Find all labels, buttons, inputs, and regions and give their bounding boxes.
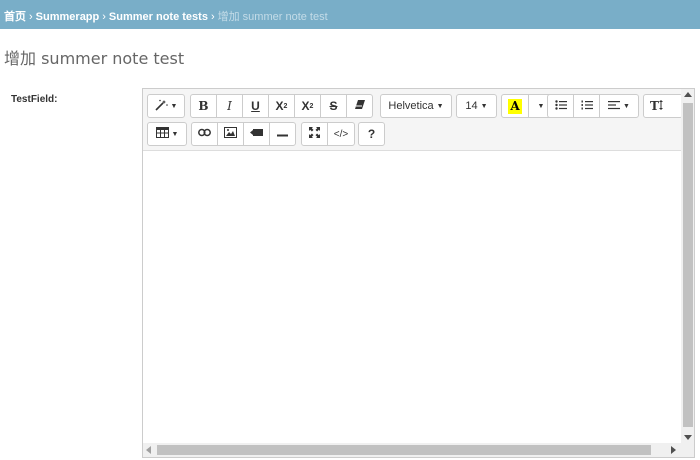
unordered-list-button[interactable] bbox=[547, 94, 574, 118]
font-family-dropdown[interactable]: Helvetica ▼ bbox=[380, 94, 452, 118]
insert-link-button[interactable] bbox=[191, 122, 218, 146]
italic-button[interactable]: I bbox=[216, 94, 243, 118]
clear-format-button[interactable] bbox=[346, 94, 373, 118]
editor-content-area[interactable] bbox=[143, 151, 681, 443]
highlight-color-button[interactable]: A bbox=[501, 94, 529, 118]
code-icon: </> bbox=[333, 128, 349, 140]
breadcrumb-current: 增加 summer note test bbox=[217, 11, 328, 23]
caret-down-icon: ▼ bbox=[623, 102, 630, 110]
caret-down-icon: ▼ bbox=[436, 102, 444, 110]
caret-down-icon: ▼ bbox=[537, 102, 545, 110]
table-group: ▼ bbox=[147, 122, 187, 146]
table-icon bbox=[155, 127, 169, 141]
scroll-left-arrow-icon[interactable] bbox=[146, 446, 151, 454]
ordered-list-button[interactable] bbox=[573, 94, 600, 118]
caret-down-icon: ▼ bbox=[171, 130, 179, 138]
rich-text-editor: ▼ B I U X2 X2 S Helvetica ▼ 14 ▼ A ▼ ▼ T… bbox=[142, 88, 695, 458]
horizontal-rule-icon bbox=[277, 128, 288, 140]
vertical-scrollbar[interactable] bbox=[681, 89, 694, 443]
eraser-icon bbox=[354, 99, 366, 113]
scroll-up-arrow-icon[interactable] bbox=[684, 92, 692, 97]
font-style-group: B I U X2 X2 S bbox=[190, 94, 373, 118]
insert-hr-button[interactable] bbox=[269, 122, 296, 146]
link-icon bbox=[198, 128, 211, 140]
font-size-group: 14 ▼ bbox=[456, 94, 497, 118]
breadcrumb-app-link[interactable]: Summerapp bbox=[36, 11, 100, 23]
video-icon bbox=[250, 128, 263, 140]
breadcrumb-home-link[interactable]: 首页 bbox=[4, 11, 26, 23]
line-height-dropdown[interactable]: T bbox=[643, 94, 683, 118]
superscript-button[interactable]: X2 bbox=[268, 94, 295, 118]
magic-wand-icon bbox=[154, 99, 168, 114]
view-group: </> bbox=[301, 122, 355, 146]
vertical-scroll-thumb[interactable] bbox=[683, 103, 693, 427]
scroll-down-arrow-icon[interactable] bbox=[684, 435, 692, 440]
strikethrough-button[interactable]: S bbox=[320, 94, 347, 118]
breadcrumb-separator: › bbox=[210, 11, 215, 23]
fullscreen-icon bbox=[309, 127, 320, 141]
testfield-label: TestField: bbox=[11, 94, 58, 105]
horizontal-scrollbar[interactable] bbox=[143, 443, 694, 457]
subscript-button[interactable]: X2 bbox=[294, 94, 321, 118]
picture-icon bbox=[224, 127, 237, 141]
font-size-value: 14 bbox=[465, 100, 478, 112]
height-group: T bbox=[643, 94, 683, 118]
table-dropdown-button[interactable]: ▼ bbox=[147, 122, 187, 146]
caret-down-icon: ▼ bbox=[170, 102, 178, 110]
breadcrumb: 首页 › Summerapp › Summer note tests › 增加 summer… bbox=[0, 0, 700, 29]
horizontal-scroll-thumb[interactable] bbox=[157, 445, 651, 455]
editor-toolbar: ▼ B I U X2 X2 S Helvetica ▼ 14 ▼ A ▼ ▼ T… bbox=[143, 89, 683, 151]
help-button[interactable]: ? bbox=[358, 122, 385, 146]
numbered-list-icon bbox=[581, 100, 593, 113]
paragraph-group: ▼ bbox=[547, 94, 639, 118]
align-left-icon bbox=[608, 100, 621, 113]
underline-button[interactable]: U bbox=[242, 94, 269, 118]
help-group: ? bbox=[358, 122, 385, 146]
highlight-a-icon: A bbox=[508, 98, 522, 114]
bullet-list-icon bbox=[554, 99, 567, 113]
font-name-group: Helvetica ▼ bbox=[380, 94, 452, 118]
svg-text:T: T bbox=[650, 99, 659, 111]
insert-video-button[interactable] bbox=[243, 122, 270, 146]
scroll-right-arrow-icon[interactable] bbox=[671, 446, 676, 454]
style-dropdown-button[interactable]: ▼ bbox=[147, 94, 185, 118]
breadcrumb-model-link[interactable]: Summer note tests bbox=[109, 11, 208, 23]
subscript-mark: 2 bbox=[309, 102, 314, 110]
page-title: 增加 summer note test bbox=[4, 49, 185, 68]
font-family-value: Helvetica bbox=[388, 100, 434, 112]
subscript-base: X bbox=[301, 99, 310, 113]
style-group: ▼ bbox=[147, 94, 185, 118]
question-icon: ? bbox=[367, 127, 376, 141]
insert-picture-button[interactable] bbox=[217, 122, 244, 146]
align-dropdown-button[interactable]: ▼ bbox=[599, 94, 639, 118]
codeview-button[interactable]: </> bbox=[327, 122, 355, 146]
font-size-dropdown[interactable]: 14 ▼ bbox=[456, 94, 497, 118]
breadcrumb-separator: › bbox=[102, 11, 106, 23]
superscript-mark: 2 bbox=[283, 102, 288, 110]
superscript-base: X bbox=[275, 99, 284, 113]
fullscreen-button[interactable] bbox=[301, 122, 328, 146]
bold-button[interactable]: B bbox=[190, 94, 217, 118]
caret-down-icon: ▼ bbox=[480, 102, 488, 110]
insert-group bbox=[191, 122, 296, 146]
breadcrumb-separator: › bbox=[29, 11, 33, 23]
text-height-icon: T bbox=[650, 99, 666, 114]
